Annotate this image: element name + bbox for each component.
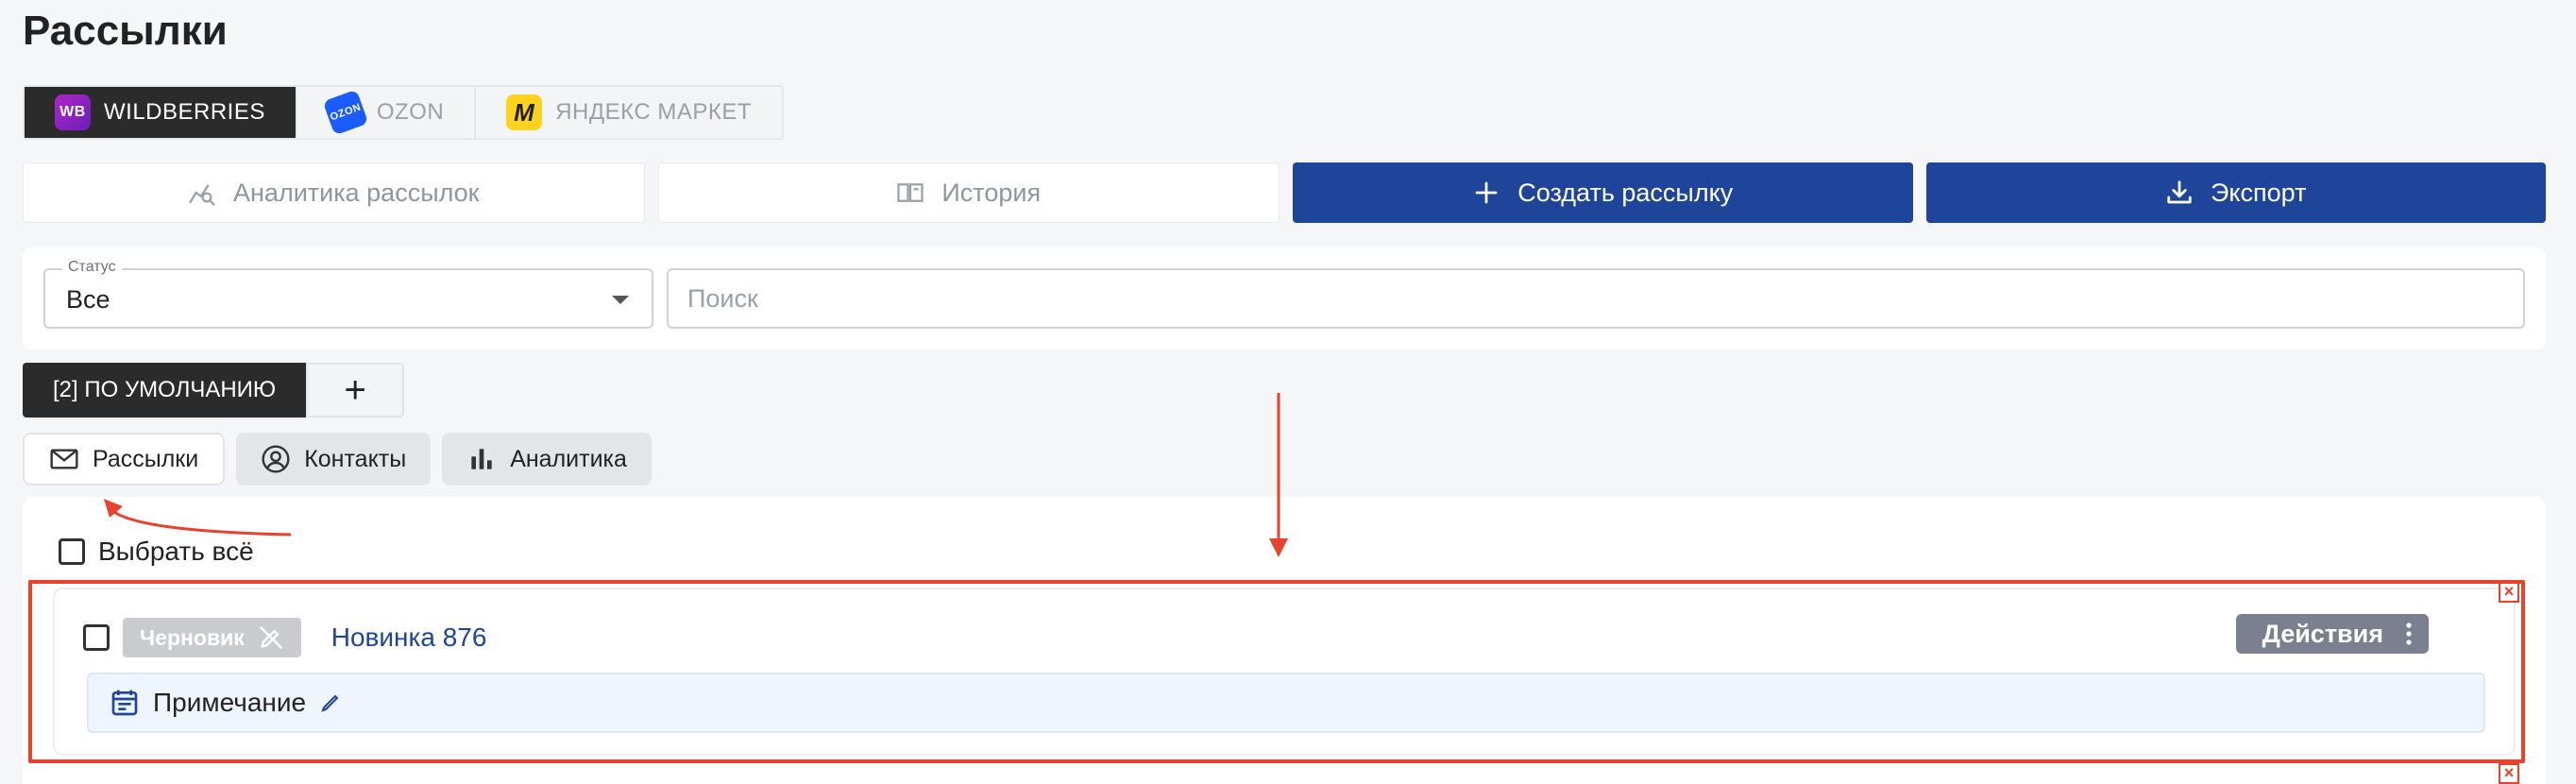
export-label: Экспорт	[2211, 178, 2307, 207]
page: Рассылки WB WILDBERRIES OZON OZON M ЯНДЕ…	[0, 0, 2576, 784]
status-legend: Статус	[62, 259, 122, 276]
tab-yandex-market[interactable]: M ЯНДЕКС МАРКЕТ	[476, 87, 782, 138]
page-title: Рассылки	[23, 8, 228, 54]
tab-ozon-label: OZON	[376, 99, 445, 125]
tab-mailings-label: Рассылки	[93, 445, 199, 472]
search-input[interactable]	[667, 268, 2525, 329]
plus-icon	[1475, 181, 1498, 204]
tab-ozon[interactable]: OZON OZON	[297, 87, 477, 138]
select-all[interactable]: Выбрать всё	[59, 537, 254, 567]
group-tab-default[interactable]: [2] ПО УМОЛЧАНИЮ	[23, 363, 307, 418]
select-all-checkbox[interactable]	[59, 538, 85, 565]
status-select[interactable]: Статус Все	[43, 259, 653, 329]
tab-analytics-label: Аналитика	[510, 445, 627, 472]
book-icon	[897, 183, 924, 202]
analytics-magnifier-icon	[189, 184, 215, 206]
annotation-highlight-frame	[28, 580, 2525, 763]
tab-yandex-market-label: ЯНДЕКС МАРКЕТ	[555, 99, 752, 125]
add-group-button[interactable]: +	[306, 363, 405, 418]
mailing-analytics-label: Аналитика рассылок	[233, 178, 480, 207]
create-mailing-button[interactable]: Создать рассылку	[1293, 162, 1913, 223]
tab-contacts-label: Контакты	[304, 445, 407, 472]
wildberries-logo-icon: WB	[55, 94, 91, 130]
create-mailing-label: Создать рассылку	[1517, 178, 1734, 207]
tab-wildberries[interactable]: WB WILDBERRIES	[25, 87, 297, 138]
tab-wildberries-label: WILDBERRIES	[104, 99, 265, 125]
export-button[interactable]: Экспорт	[1925, 162, 2546, 223]
status-value: Все	[66, 285, 110, 314]
marketplace-tabs: WB WILDBERRIES OZON OZON M ЯНДЕКС МАРКЕТ	[23, 85, 784, 140]
annotation-close-icon-second: ×	[2499, 763, 2519, 784]
section-tabs: Рассылки Контакты Аналитика	[23, 433, 652, 486]
history-button[interactable]: История	[657, 162, 1280, 223]
caret-down-icon	[612, 296, 629, 304]
history-label: История	[941, 178, 1042, 207]
yandex-market-logo-icon: M	[506, 94, 543, 130]
ozon-logo-icon: OZON	[322, 89, 369, 136]
filter-panel: Статус Все	[23, 247, 2546, 349]
select-all-label: Выбрать всё	[98, 537, 254, 566]
group-tabs: [2] ПО УМОЛЧАНИЮ +	[23, 363, 405, 418]
tab-mailings[interactable]: Рассылки	[23, 433, 226, 486]
mail-icon	[50, 449, 78, 469]
bar-chart-icon	[471, 449, 492, 469]
tab-analytics[interactable]: Аналитика	[442, 433, 652, 486]
annotation-close-icon: ×	[2499, 582, 2519, 603]
tab-contacts[interactable]: Контакты	[236, 433, 432, 486]
mailing-analytics-button[interactable]: Аналитика рассылок	[23, 162, 645, 223]
user-circle-icon	[262, 445, 290, 473]
action-bar: Аналитика рассылок История Создать рассы…	[23, 162, 2546, 223]
download-icon	[2167, 180, 2192, 204]
